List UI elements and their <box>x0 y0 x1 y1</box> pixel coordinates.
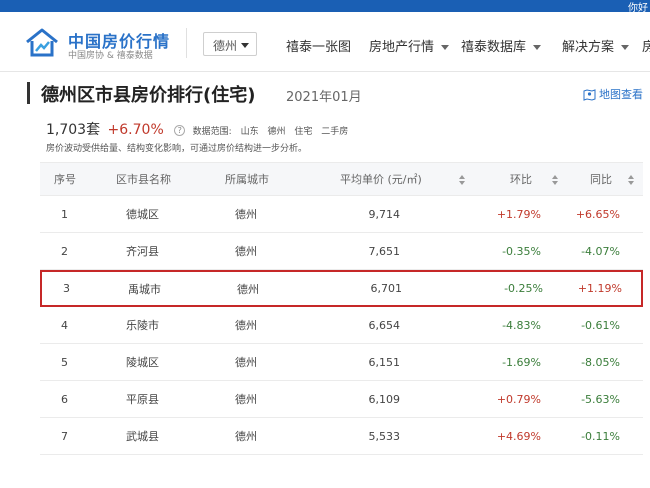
cell-mom: -0.35% <box>502 244 541 258</box>
chevron-down-icon <box>533 45 542 50</box>
cell-price: 6,109 <box>368 392 401 406</box>
report-date: 2021年01月 <box>286 90 362 105</box>
nav-item-database[interactable]: 禧泰数据库 <box>461 36 542 55</box>
header-city: 所属城市 <box>225 173 269 186</box>
price-change: +6.70% <box>107 122 164 138</box>
scope-city: 德州 <box>267 127 286 137</box>
cell-price: 7,651 <box>368 244 401 258</box>
cell-yoy: -4.07% <box>581 244 620 258</box>
cell-price: 6,151 <box>368 355 401 369</box>
cell-price: 5,533 <box>368 429 401 443</box>
table-header: 序号 区市县名称 所属城市 平均单价 (元/㎡) 环比 同比 <box>40 162 643 196</box>
brand-subtitle: 中国房协 & 禧泰数据 <box>68 51 153 61</box>
cell-price: 6,701 <box>370 282 403 295</box>
cell-city: 德州 <box>235 430 257 443</box>
table-row[interactable]: 7 武城县 德州 5,533 +4.69% -0.11% <box>40 418 643 455</box>
cell-city: 德州 <box>235 245 257 258</box>
city-selector-value: 德州 <box>213 39 238 53</box>
cell-area: 陵城区 <box>126 356 159 369</box>
cell-rank: 6 <box>61 392 68 406</box>
cell-mom: -0.25% <box>504 282 543 295</box>
nav-item-more[interactable]: 房 <box>642 36 650 55</box>
cell-city: 德州 <box>235 319 257 332</box>
sort-yoy-icon[interactable] <box>628 175 634 185</box>
table-row[interactable]: 1 德城区 德州 9,714 +1.79% +6.65% <box>40 196 643 233</box>
header-divider <box>186 28 187 58</box>
scope-type: 住宅 <box>294 127 313 137</box>
cell-area: 武城县 <box>126 430 159 443</box>
listing-count: 1,703套 <box>46 122 101 138</box>
table-row-highlighted[interactable]: 3 禹城市 德州 6,701 -0.25% +1.19% <box>40 270 643 307</box>
cell-yoy: +1.19% <box>577 282 622 295</box>
cell-area: 德城区 <box>126 208 159 221</box>
ranking-table: 序号 区市县名称 所属城市 平均单价 (元/㎡) 环比 同比 1 德城区 德州 … <box>40 162 643 455</box>
cell-mom: -4.83% <box>502 318 541 332</box>
cell-rank: 7 <box>61 429 68 443</box>
site-header: 中国房价行情 中国房协 & 禧泰数据 德州 禧泰一张图 房地产行情 禧泰数据库 … <box>0 12 650 72</box>
help-icon[interactable]: ? <box>174 125 186 136</box>
map-view-label: 地图查看 <box>599 88 643 101</box>
nav-item-solutions[interactable]: 解决方案 <box>562 36 630 55</box>
top-bar: 你好 <box>0 0 650 14</box>
header-price[interactable]: 平均单价 (元/㎡) <box>340 163 430 195</box>
cell-mom: -1.69% <box>502 355 541 369</box>
cell-yoy: -0.61% <box>581 318 620 332</box>
house-logo-icon[interactable] <box>24 27 60 59</box>
explanatory-note: 房价波动受供给量、结构变化影响，可通过房价结构进一步分析。 <box>46 144 308 154</box>
cell-rank: 1 <box>61 207 68 221</box>
table-row[interactable]: 4 乐陵市 德州 6,654 -4.83% -0.61% <box>40 307 643 344</box>
cell-area: 禹城市 <box>128 282 161 296</box>
nav-item-market[interactable]: 房地产行情 <box>369 36 450 55</box>
cell-mom: +4.69% <box>496 429 541 443</box>
cell-yoy: +6.65% <box>575 207 620 221</box>
summary-line: 1,703套 +6.70% ? 数据范围: 山东 德州 住宅 二手房 <box>46 119 354 139</box>
map-pin-icon <box>583 89 596 101</box>
header-rank: 序号 <box>54 173 76 186</box>
data-scope: 数据范围: 山东 德州 住宅 二手房 <box>193 127 355 137</box>
cell-city: 德州 <box>235 393 257 406</box>
cell-area: 齐河县 <box>126 245 159 258</box>
chevron-down-icon <box>621 45 630 50</box>
cell-rank: 3 <box>63 282 70 295</box>
chevron-down-icon <box>441 45 450 50</box>
cell-rank: 2 <box>61 244 68 258</box>
header-mom[interactable]: 环比 <box>510 163 532 195</box>
header-area: 区市县名称 <box>116 173 171 186</box>
city-selector[interactable]: 德州 <box>203 32 257 56</box>
cell-yoy: -5.63% <box>581 392 620 406</box>
sort-mom-icon[interactable] <box>552 175 558 185</box>
cell-yoy: -0.11% <box>581 429 620 443</box>
cell-city: 德州 <box>237 282 259 296</box>
cell-mom: +1.79% <box>496 207 541 221</box>
title-accent-bar <box>27 82 30 104</box>
cell-mom: +0.79% <box>496 392 541 406</box>
sort-price-icon[interactable] <box>459 175 465 185</box>
table-row[interactable]: 6 平原县 德州 6,109 +0.79% -5.63% <box>40 381 643 418</box>
cell-rank: 4 <box>61 318 68 332</box>
cell-area: 乐陵市 <box>126 319 159 332</box>
table-row[interactable]: 5 陵城区 德州 6,151 -1.69% -8.05% <box>40 344 643 381</box>
nav-item-map[interactable]: 禧泰一张图 <box>286 36 351 55</box>
cell-rank: 5 <box>61 355 68 369</box>
cell-city: 德州 <box>235 208 257 221</box>
chevron-down-icon <box>241 43 249 48</box>
page-title: 德州区市县房价排行(住宅) <box>41 85 256 106</box>
cell-price: 6,654 <box>368 318 401 332</box>
header-yoy[interactable]: 同比 <box>590 163 612 195</box>
cell-area: 平原县 <box>126 393 159 406</box>
cell-yoy: -8.05% <box>581 355 620 369</box>
scope-market: 二手房 <box>321 127 349 137</box>
table-row[interactable]: 2 齐河县 德州 7,651 -0.35% -4.07% <box>40 233 643 270</box>
map-view-link[interactable]: 地图查看 <box>583 86 643 102</box>
cell-city: 德州 <box>235 356 257 369</box>
scope-label: 数据范围: <box>192 127 232 137</box>
scope-province: 山东 <box>240 127 259 137</box>
cell-price: 9,714 <box>368 207 401 221</box>
